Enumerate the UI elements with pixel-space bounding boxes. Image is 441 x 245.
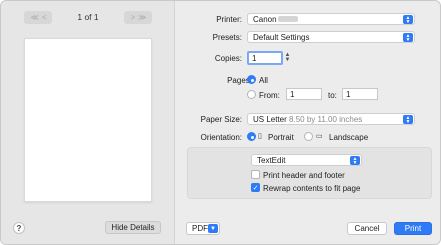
header-footer-label: Print header and footer — [263, 171, 345, 180]
paper-size-label: Paper Size: — [200, 115, 242, 124]
last-page-button[interactable]: ≫ — [136, 13, 147, 22]
chevron-updown-icon: ▲ ▼ — [403, 15, 413, 24]
paper-size-detail: 8.50 by 11.00 inches — [289, 114, 363, 124]
pages-from-field[interactable]: 1 — [286, 88, 322, 100]
next-last-page-group: > ≫ — [124, 11, 152, 24]
landscape-page-icon: ▭ — [316, 133, 323, 140]
copies-field[interactable]: 1 — [247, 51, 283, 65]
app-options-value: TextEdit — [257, 155, 286, 165]
presets-label: Presets: — [212, 33, 242, 42]
copies-label: Copies: — [214, 54, 242, 63]
rewrap-label: Rewrap contents to fit page — [263, 184, 361, 193]
paper-size-value: US Letter — [253, 114, 287, 124]
pages-to-field[interactable]: 1 — [342, 88, 378, 100]
chevron-updown-icon: ▲ ▼ — [403, 33, 413, 42]
pages-all-label: All — [259, 76, 268, 85]
page-navigator: ≪ < 1 of 1 > ≫ — [1, 11, 175, 25]
print-button[interactable]: Print — [394, 222, 432, 235]
orientation-landscape-radio[interactable] — [304, 132, 313, 141]
portrait-page-icon: ▯ — [258, 133, 262, 140]
portrait-label: Portrait — [268, 133, 294, 142]
chevron-down-icon: ▼ — [208, 224, 218, 233]
printer-value: Canon — [253, 14, 277, 24]
page-preview — [24, 38, 152, 202]
preview-pane: ≪ < 1 of 1 > ≫ ? Hide Details — [1, 1, 175, 244]
pages-range-radio[interactable] — [247, 90, 256, 99]
hide-details-button[interactable]: Hide Details — [105, 221, 161, 234]
printer-select[interactable]: Canon ▲ ▼ — [247, 13, 415, 25]
orientation-label: Orientation: — [200, 133, 242, 142]
cancel-button[interactable]: Cancel — [347, 222, 387, 235]
page-count: 1 of 1 — [77, 12, 99, 22]
rewrap-checkbox[interactable]: ✓ — [251, 183, 260, 192]
presets-value: Default Settings — [253, 32, 310, 42]
chevron-updown-icon: ▲ ▼ — [403, 115, 413, 124]
printer-label: Printer: — [216, 15, 242, 24]
paper-size-select[interactable]: US Letter 8.50 by 11.00 inches ▲ ▼ — [247, 113, 415, 125]
next-page-button[interactable]: > — [128, 13, 136, 22]
first-prev-page-group: ≪ < — [24, 11, 52, 24]
pages-to-label: to: — [328, 91, 337, 100]
print-dialog: ≪ < 1 of 1 > ≫ ? Hide Details Printer: C… — [0, 0, 441, 245]
landscape-label: Landscape — [329, 133, 369, 142]
pages-from-label: From: — [259, 91, 280, 100]
checkmark-icon: ✓ — [252, 184, 259, 192]
chevron-updown-icon: ▲ ▼ — [350, 156, 360, 165]
orientation-portrait-radio[interactable] — [247, 132, 256, 141]
redacted-printer-model — [277, 16, 298, 22]
first-page-button[interactable]: ≪ — [28, 13, 39, 22]
app-options-select[interactable]: TextEdit ▲ ▼ — [251, 154, 362, 166]
copies-stepper[interactable]: ▲ ▼ — [284, 52, 291, 64]
help-button[interactable]: ? — [13, 222, 25, 234]
pdf-label: PDF — [192, 224, 208, 233]
prev-page-button[interactable]: < — [40, 13, 48, 22]
presets-select[interactable]: Default Settings ▲ ▼ — [247, 31, 415, 43]
pdf-menu-button[interactable]: PDF ▼ — [186, 222, 220, 235]
pages-all-radio[interactable] — [247, 75, 256, 84]
header-footer-checkbox[interactable] — [251, 170, 260, 179]
